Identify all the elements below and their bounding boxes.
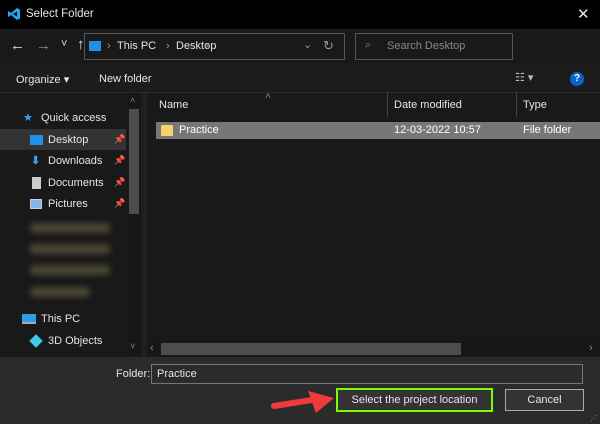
sidebar-item-label: Quick access [41, 111, 107, 124]
folder-icon [161, 125, 173, 136]
back-button[interactable]: ← [10, 37, 25, 54]
file-name: Practice [179, 124, 219, 136]
dialog-footer: Folder: Practice Select the project loca… [0, 357, 600, 424]
column-type[interactable]: Type [523, 99, 547, 111]
file-date: 12-03-2022 10:57 [394, 124, 481, 136]
scrollbar-thumb[interactable] [129, 109, 139, 214]
title-bar: Select Folder ✕ [0, 0, 600, 29]
table-row[interactable]: Practice 12-03-2022 10:57 File folder [156, 122, 600, 139]
resize-grip-icon[interactable]: ⋰ [590, 414, 598, 423]
search-input[interactable]: Search Desktop [387, 40, 465, 52]
breadcrumb-this-pc[interactable]: This PC [117, 40, 156, 52]
sidebar-item-label: Desktop [48, 133, 89, 146]
navigation-bar: ← → ˅ ↑ › This PC › Desktop › ⌄ ↻ ⌕ Sear… [0, 29, 600, 65]
red-arrow-annotation [271, 391, 334, 413]
search-box[interactable]: ⌕ Search Desktop [355, 33, 513, 60]
sidebar-item-quick-access[interactable]: ★ Quick access [0, 107, 126, 128]
file-list: ˄ Name Date modified Type Practice 12-03… [147, 91, 600, 357]
blurred-item [30, 244, 110, 254]
file-type: File folder [523, 124, 572, 136]
search-icon: ⌕ [365, 39, 372, 51]
blurred-item [30, 265, 110, 275]
select-folder-button[interactable]: Select the project location [336, 388, 493, 412]
window-title: Select Folder [26, 8, 94, 20]
computer-icon [22, 313, 36, 324]
refresh-button[interactable]: ↻ [323, 38, 334, 54]
sidebar-item-label: Downloads [48, 154, 103, 167]
forward-button[interactable]: → [36, 37, 51, 54]
sidebar-item-desktop[interactable]: Desktop 📌 [0, 129, 126, 150]
sidebar-item-this-pc[interactable]: This PC [0, 308, 126, 329]
column-date-modified[interactable]: Date modified [394, 99, 462, 111]
sidebar-item-pictures[interactable]: Pictures 📌 [0, 193, 126, 214]
address-bar[interactable]: › This PC › Desktop › ⌄ ↻ [84, 33, 345, 60]
vscode-logo-icon [8, 8, 20, 20]
sidebar-scrollbar[interactable]: ˄ ˅ [127, 93, 141, 357]
pin-icon: 📌 [114, 198, 126, 208]
breadcrumb-desktop[interactable]: Desktop [176, 40, 216, 52]
sidebar-item-label: Documents [48, 176, 104, 189]
scrollbar-thumb[interactable] [161, 343, 461, 355]
recent-locations-button[interactable]: ˅ [61, 38, 67, 50]
toolbar: Organize ▾ New folder ☷ ▾ ? [0, 65, 600, 93]
sidebar-item-downloads[interactable]: ⬇ Downloads 📌 [0, 150, 126, 171]
pin-icon: 📌 [114, 155, 126, 165]
sidebar-item-label: Pictures [48, 197, 88, 210]
sidebar-item-3d-objects[interactable]: 3D Objects [0, 330, 126, 351]
horizontal-scrollbar[interactable]: ‹ › [147, 341, 600, 357]
column-name[interactable]: Name [159, 99, 188, 111]
folder-input[interactable]: Practice [151, 364, 583, 384]
download-icon: ⬇ [31, 155, 41, 167]
column-headers: Name Date modified Type [147, 93, 600, 117]
help-button[interactable]: ? [570, 72, 584, 86]
cancel-button[interactable]: Cancel [505, 389, 584, 411]
sidebar-item-label: 3D Objects [48, 334, 103, 347]
sidebar-item-label: This PC [41, 312, 81, 325]
pin-icon: 📌 [114, 134, 126, 144]
desktop-icon [30, 134, 43, 145]
view-options-button[interactable]: ☷ ▾ [515, 71, 533, 84]
folder-label: Folder: [116, 368, 151, 380]
address-dropdown[interactable]: ⌄ [303, 38, 312, 51]
blurred-item [30, 287, 90, 297]
cube-icon [29, 333, 43, 348]
pictures-icon [30, 198, 42, 209]
pin-icon: 📌 [114, 177, 126, 187]
navigation-pane: ★ Quick access Desktop 📌 ⬇ Downloads 📌 D… [0, 93, 141, 357]
close-button[interactable]: ✕ [577, 5, 590, 23]
new-folder-button[interactable]: New folder [99, 73, 152, 85]
document-icon [32, 176, 41, 189]
pc-icon [89, 41, 101, 51]
blurred-item [30, 223, 110, 233]
star-icon: ★ [23, 112, 33, 124]
organize-button[interactable]: Organize ▾ [16, 73, 69, 86]
sidebar-item-documents[interactable]: Documents 📌 [0, 172, 126, 193]
